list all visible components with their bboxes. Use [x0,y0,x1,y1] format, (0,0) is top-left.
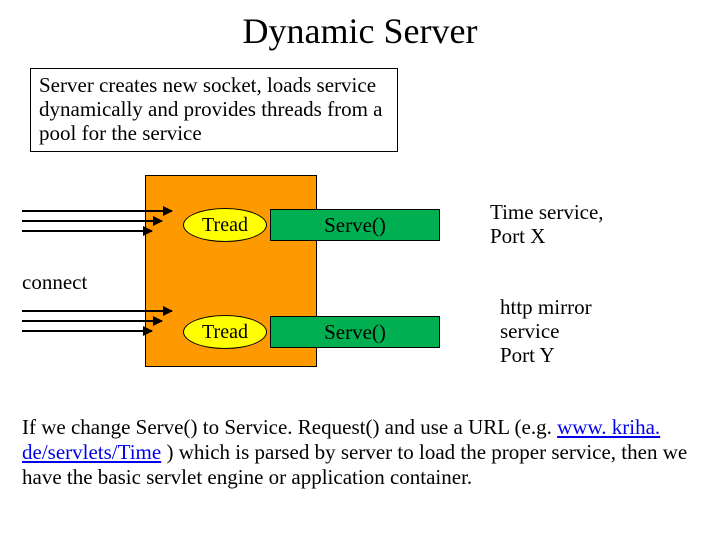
text: service [500,319,559,343]
arrow [22,230,152,232]
arrow [22,220,162,222]
arrow-group-bottom [22,310,172,340]
connect-label: connect [22,270,87,295]
arrow [22,320,162,322]
bottom-paragraph: If we change Serve() to Service. Request… [22,415,698,491]
text: Port Y [500,343,555,367]
text: http mirror [500,295,592,319]
serve-box-2: Serve() [270,316,440,348]
arrow [22,210,172,212]
description-box: Server creates new socket, loads service… [30,68,398,152]
service-label-1: Time service, Port X [490,200,604,248]
arrow [22,330,152,332]
arrow [22,310,172,312]
arrow-group-top [22,210,172,240]
thread-oval-1: Tread [183,208,267,242]
service-label-2: http mirror service Port Y [500,295,592,367]
slide-title: Dynamic Server [0,0,720,52]
thread-oval-2: Tread [183,315,267,349]
serve-box-1: Serve() [270,209,440,241]
text: Time service, [490,200,604,224]
text: If we change Serve() to Service. Request… [22,415,557,439]
text: Port X [490,224,545,248]
